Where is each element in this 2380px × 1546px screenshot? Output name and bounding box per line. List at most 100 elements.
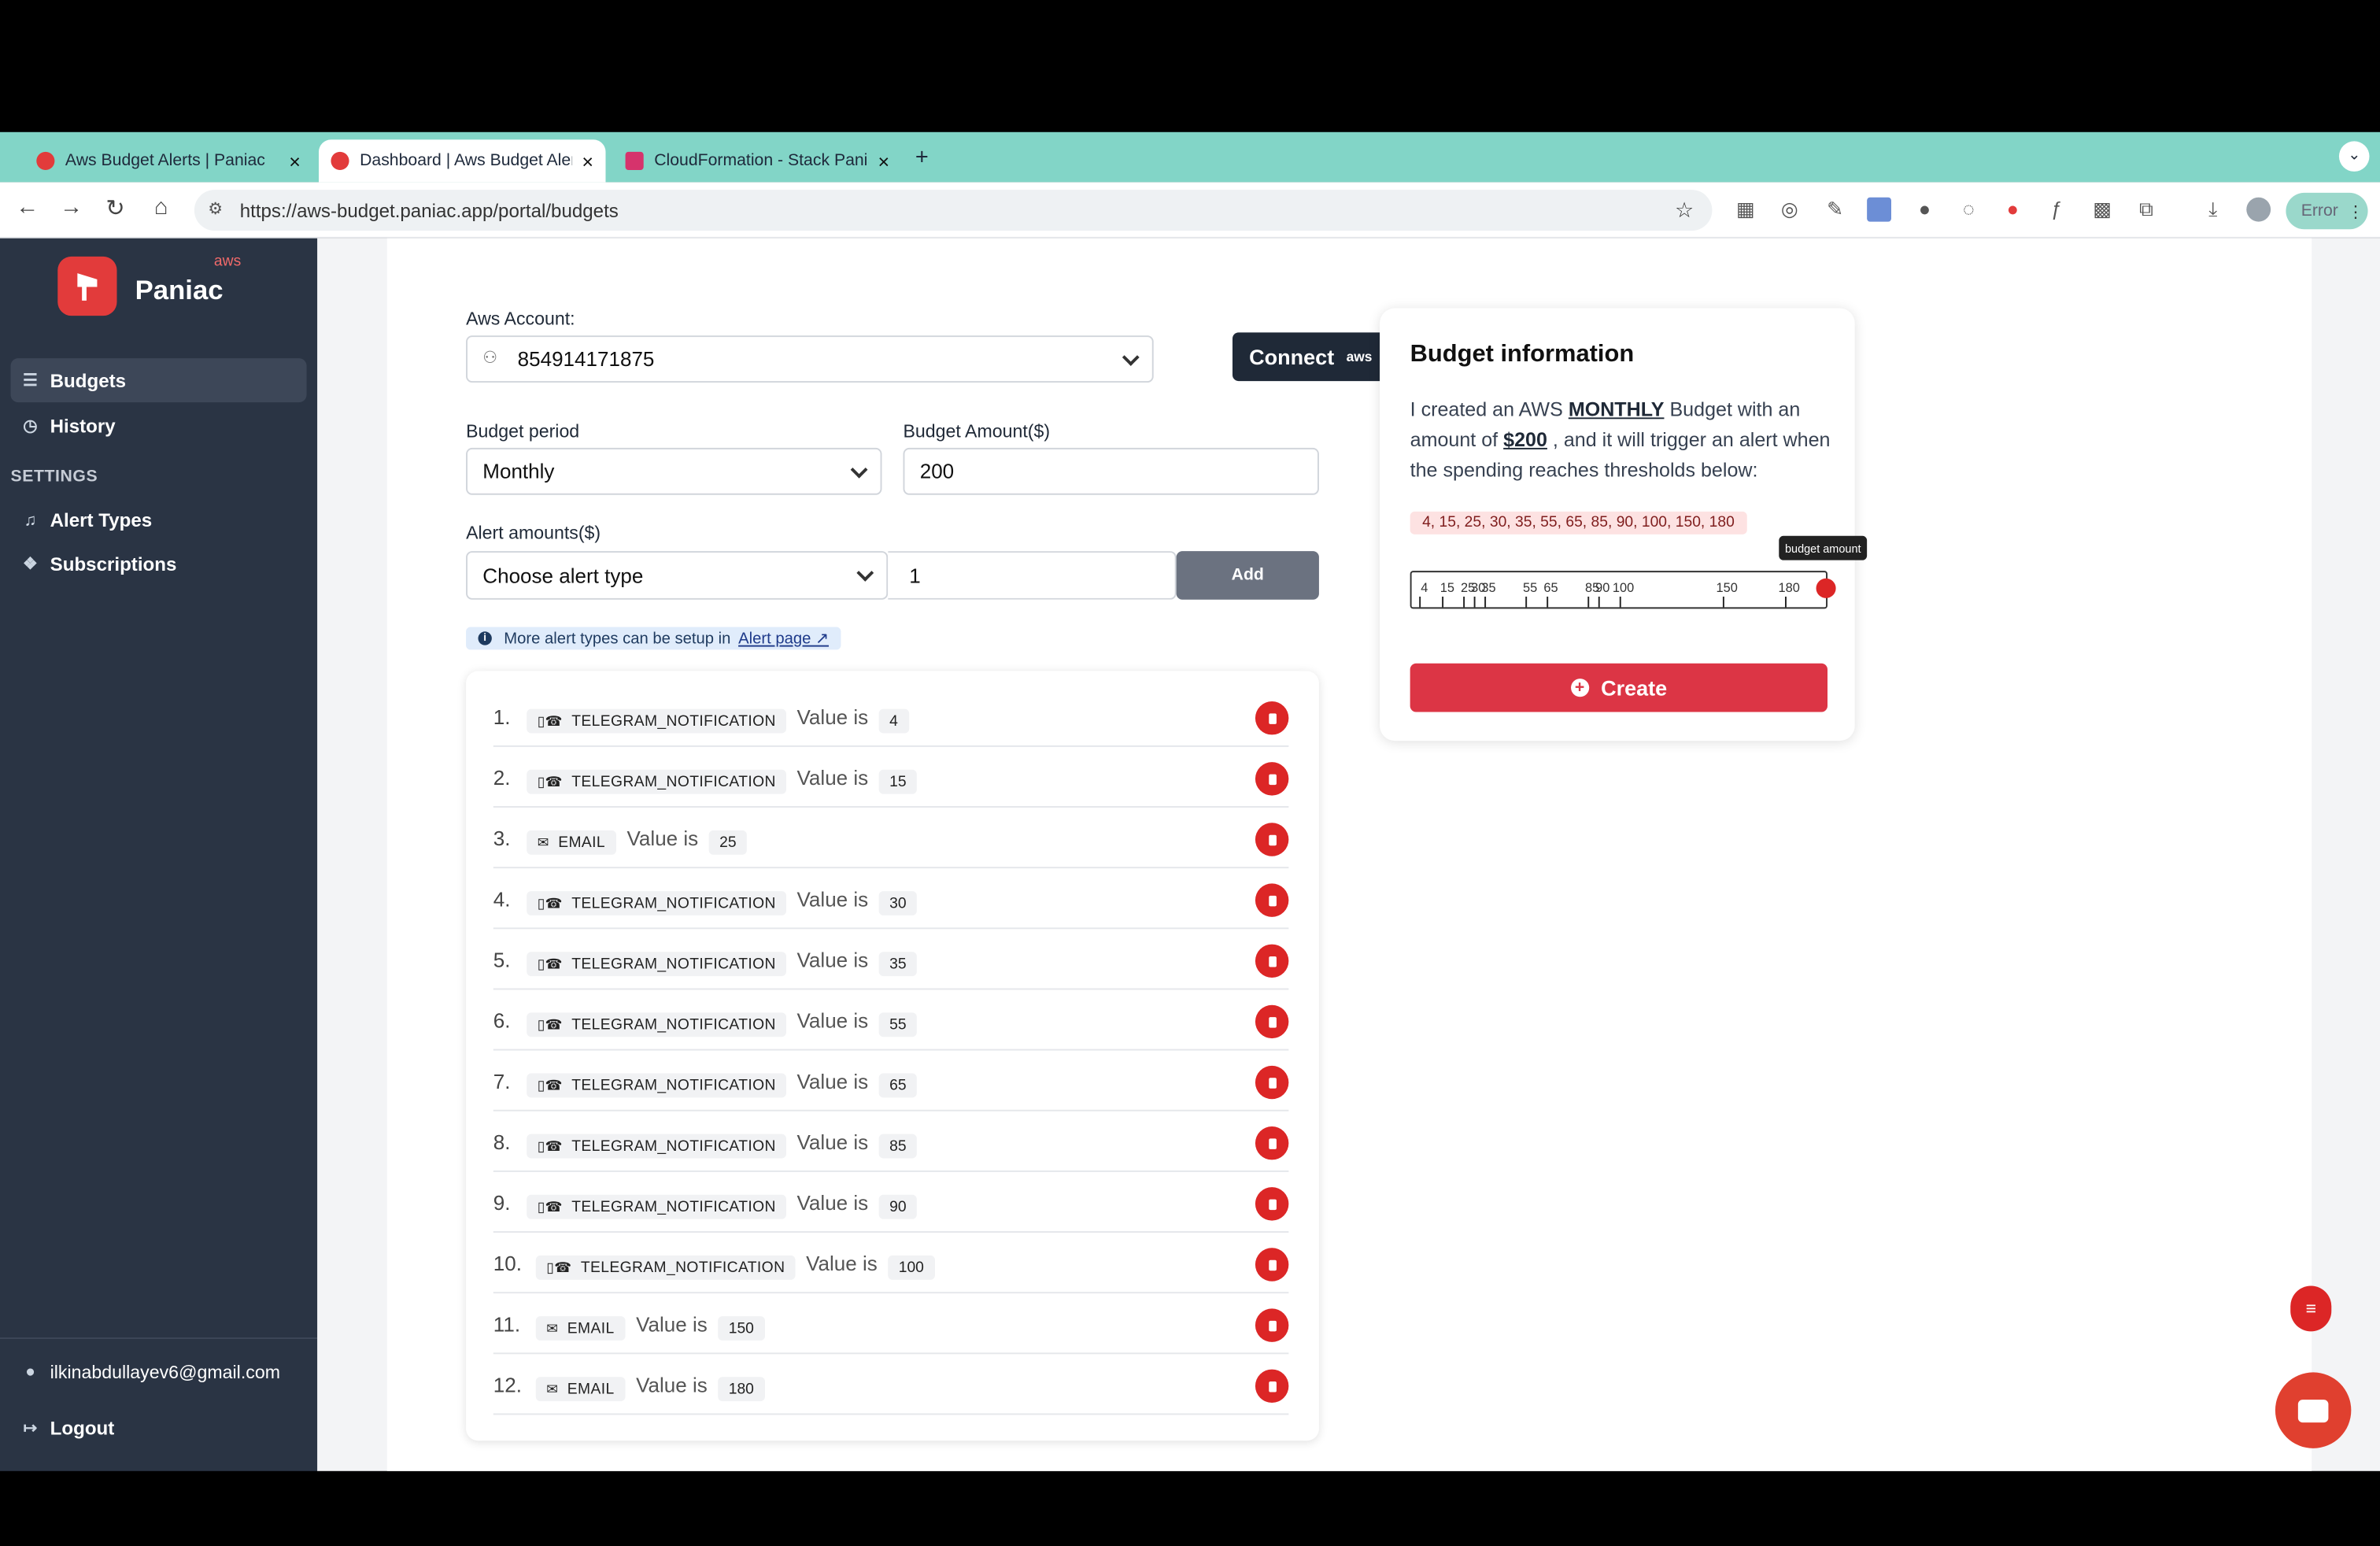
- info-notice: i More alert types can be setup in Alert…: [466, 627, 841, 650]
- slider-tick-label: 150: [1716, 579, 1738, 595]
- alert-row: 8. ▯☎ TELEGRAM_NOTIFICATION Value is 85: [493, 1111, 1289, 1172]
- alert-row: 9. ▯☎ TELEGRAM_NOTIFICATION Value is 90: [493, 1172, 1289, 1233]
- sidebar-item-budgets[interactable]: ☰ Budgets: [10, 358, 307, 403]
- extension-blue-icon[interactable]: [1867, 197, 1891, 222]
- budget-amount-input[interactable]: 200: [903, 447, 1319, 495]
- delete-alert-button[interactable]: [1255, 701, 1289, 735]
- menu-kebab-icon: ⋮: [2347, 202, 2364, 221]
- logout-icon: ↦: [23, 1419, 38, 1438]
- alert-type-label: TELEGRAM_NOTIFICATION: [571, 773, 776, 790]
- browser-tab-active[interactable]: Dashboard | Aws Budget Aler ×: [318, 139, 606, 183]
- sidebar-item-alert-types[interactable]: ♫ Alert Types: [10, 498, 306, 542]
- delete-alert-button[interactable]: [1255, 1004, 1289, 1039]
- sidebar-item-label: History: [50, 415, 116, 437]
- telegram-icon: ▯☎: [537, 1077, 563, 1093]
- error-button[interactable]: Error ⋮: [2286, 192, 2368, 230]
- alert-type-label: TELEGRAM_NOTIFICATION: [571, 1016, 776, 1034]
- budget-amount-value: 200: [919, 460, 955, 483]
- extension-compass-icon[interactable]: ◌: [1957, 198, 1981, 222]
- desc-text: I created an AWS: [1410, 398, 1563, 421]
- sidebar-item-subscriptions[interactable]: ❖ Subscriptions: [10, 542, 306, 586]
- budget-period-select[interactable]: Monthly: [466, 447, 882, 495]
- create-button[interactable]: + Create: [1410, 663, 1828, 712]
- alert-index: 12.: [493, 1374, 523, 1397]
- browser-tab[interactable]: CloudFormation - Stack Pania ×: [613, 139, 901, 182]
- delete-alert-button[interactable]: [1255, 1187, 1289, 1221]
- chat-button[interactable]: [2275, 1372, 2352, 1448]
- logout-button[interactable]: ↦ Logout: [10, 1406, 306, 1450]
- sidebar-user[interactable]: ● ilkinabdullayev6@gmail.com: [10, 1349, 306, 1393]
- home-icon[interactable]: ⌂: [146, 194, 176, 220]
- paniac-logo-icon[interactable]: [57, 256, 117, 316]
- bookmark-star-icon[interactable]: ☆: [1675, 198, 1694, 224]
- aws-account-label: Aws Account:: [466, 308, 575, 330]
- trash-icon: [1268, 1077, 1276, 1088]
- aws-account-select[interactable]: ⚇ 854914171875: [466, 335, 1154, 383]
- delete-alert-button[interactable]: [1255, 1065, 1289, 1100]
- slider-tick-label: 35: [1481, 579, 1496, 595]
- tab-search-icon[interactable]: ⌄: [2338, 141, 2370, 172]
- forward-icon[interactable]: →: [56, 194, 87, 220]
- alert-index: 11.: [493, 1313, 521, 1337]
- connect-aws-button[interactable]: Connect aws: [1232, 332, 1389, 382]
- extensions-puzzle-icon[interactable]: ⧉: [2134, 198, 2159, 222]
- delete-alert-button[interactable]: [1255, 944, 1289, 978]
- delete-alert-button[interactable]: [1255, 1126, 1289, 1160]
- download-icon[interactable]: ⤓: [2201, 198, 2225, 222]
- alert-type-label: TELEGRAM_NOTIFICATION: [571, 894, 776, 912]
- floating-menu-button[interactable]: ≡: [2290, 1285, 2332, 1332]
- add-alert-button[interactable]: Add: [1176, 551, 1319, 600]
- cloudformation-favicon-icon: [625, 151, 644, 170]
- delete-alert-button[interactable]: [1255, 1369, 1289, 1403]
- alert-value-chip: 25: [708, 830, 748, 855]
- alert-amounts-label: Alert amounts($): [466, 522, 601, 544]
- alert-row: 1. ▯☎ TELEGRAM_NOTIFICATION Value is 4: [493, 686, 1289, 747]
- add-label: Add: [1231, 566, 1264, 585]
- slider-tick-label: 15: [1439, 579, 1454, 595]
- tab-close-icon[interactable]: ×: [582, 150, 593, 172]
- value-is-label: Value is: [796, 1070, 869, 1093]
- extension-pen-icon[interactable]: ✎: [1823, 198, 1847, 222]
- profile-avatar-icon[interactable]: [2246, 197, 2271, 222]
- delete-alert-button[interactable]: [1255, 762, 1289, 796]
- address-bar[interactable]: ⚙ https://aws-budget.paniac.app/portal/b…: [194, 190, 1713, 231]
- slider-tick-label: 100: [1612, 579, 1635, 595]
- alert-type-label: TELEGRAM_NOTIFICATION: [580, 1259, 785, 1276]
- slider-tick: [1484, 596, 1486, 608]
- extension-script-icon[interactable]: ƒ: [2045, 198, 2069, 222]
- alert-type-select[interactable]: Choose alert type: [466, 551, 889, 600]
- new-tab-button[interactable]: +: [915, 144, 929, 170]
- trash-icon: [1268, 1259, 1276, 1270]
- delete-alert-button[interactable]: [1255, 1248, 1289, 1282]
- alert-page-link[interactable]: Alert page ↗: [738, 629, 829, 647]
- slider-knob[interactable]: [1816, 578, 1836, 598]
- extension-camera-icon[interactable]: ◎: [1777, 198, 1802, 222]
- extension-qr-icon[interactable]: ▦: [1733, 198, 1757, 222]
- sidebar-item-label: Budgets: [50, 369, 127, 391]
- create-label: Create: [1601, 675, 1668, 701]
- alert-type-label: TELEGRAM_NOTIFICATION: [571, 1077, 776, 1094]
- alert-amount-input[interactable]: 1: [888, 551, 1177, 600]
- telegram-icon: ▯☎: [537, 1137, 563, 1153]
- back-icon[interactable]: ←: [12, 194, 42, 220]
- sidebar-item-history[interactable]: ◷ History: [10, 404, 306, 448]
- threshold-slider[interactable]: 4 15 25 30 35 55 65 85 90 100 150 180: [1410, 571, 1836, 609]
- extension-badge-icon[interactable]: ●: [1913, 198, 1937, 222]
- main-content: Aws Account: ⚇ 854914171875 Connect aws …: [317, 238, 2380, 1471]
- trash-icon: [1268, 1016, 1276, 1027]
- browser-tab[interactable]: Aws Budget Alerts | Paniac ×: [24, 139, 312, 182]
- tab-close-icon[interactable]: ×: [289, 150, 301, 172]
- tab-title: CloudFormation - Stack Pania: [654, 151, 869, 170]
- delete-alert-button[interactable]: [1255, 823, 1289, 856]
- extension-red-icon[interactable]: ●: [2001, 198, 2025, 222]
- delete-alert-button[interactable]: [1255, 883, 1289, 917]
- alert-value-chip: 90: [878, 1194, 918, 1219]
- tab-close-icon[interactable]: ×: [878, 150, 889, 172]
- extension-grid-icon[interactable]: ▩: [2090, 198, 2115, 222]
- desc-period: MONTHLY: [1568, 398, 1665, 421]
- site-settings-icon[interactable]: ⚙: [208, 199, 223, 219]
- telegram-icon: ▯☎: [537, 894, 563, 911]
- delete-alert-button[interactable]: [1255, 1308, 1289, 1342]
- reload-icon[interactable]: ↻: [100, 194, 131, 222]
- value-is-label: Value is: [796, 1130, 869, 1154]
